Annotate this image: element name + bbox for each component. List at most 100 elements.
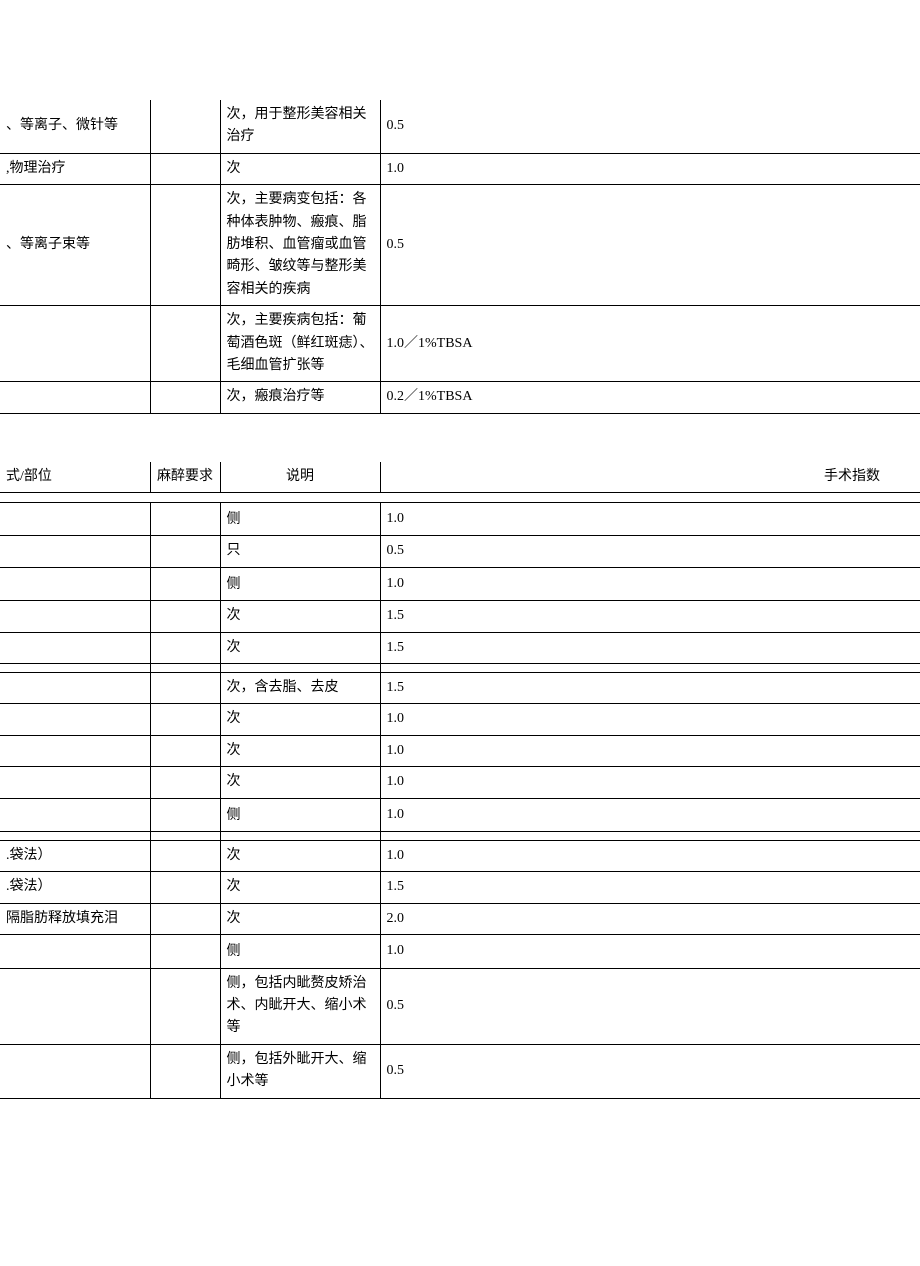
- cell-description: 次: [220, 704, 380, 735]
- table-row: 隔脂肪释放填充泪次2.0: [0, 903, 920, 934]
- cell-name: [0, 503, 150, 536]
- cell-description: 次: [220, 767, 380, 798]
- cell-description: 侧: [220, 935, 380, 968]
- table-row: 侧1.0: [0, 798, 920, 831]
- table-row: 次，瘢痕治疗等0.2／1%TBSA: [0, 382, 920, 413]
- cell-anesthesia: [150, 798, 220, 831]
- document-page: 、等离子、微针等次，用于整形美容相关治疗0.5,物理治疗次1.0、等离子束等次，…: [0, 0, 920, 1099]
- cell-name: [0, 1044, 150, 1098]
- cell-description: 侧，包括外眦开大、缩小术等: [220, 1044, 380, 1098]
- table-row: 次1.0: [0, 767, 920, 798]
- cell-empty: [0, 664, 150, 673]
- cell-anesthesia: [150, 503, 220, 536]
- table-gap: [0, 414, 920, 462]
- cell-index: 1.0: [380, 935, 920, 968]
- cell-name: [0, 673, 150, 704]
- cell-description: 次，主要病变包括：各种体表肿物、瘢痕、脂肪堆积、血管瘤或血管畸形、皱纹等与整形美…: [220, 185, 380, 306]
- cell-name: [0, 735, 150, 766]
- cell-anesthesia: [150, 567, 220, 600]
- cell-name: .袋法）: [0, 840, 150, 871]
- table-surgery-index: 式/部位 麻醉要求 说明 手术指数 侧1.0只0.5侧1.0次1.5次1.5次，…: [0, 462, 920, 1099]
- cell-empty: [150, 664, 220, 673]
- cell-anesthesia: [150, 153, 220, 184]
- cell-anesthesia: [150, 632, 220, 663]
- cell-anesthesia: [150, 601, 220, 632]
- cell-index: 1.0: [380, 840, 920, 871]
- cell-index: 0.5: [380, 100, 920, 153]
- cell-anesthesia: [150, 840, 220, 871]
- cell-index: 0.5: [380, 968, 920, 1044]
- cell-description: 次，用于整形美容相关治疗: [220, 100, 380, 153]
- cell-empty: [0, 831, 150, 840]
- table-row: 侧1.0: [0, 567, 920, 600]
- cell-anesthesia: [150, 767, 220, 798]
- cell-description: 次: [220, 632, 380, 663]
- cell-name: 、等离子束等: [0, 185, 150, 306]
- cell-name: [0, 935, 150, 968]
- cell-anesthesia: [150, 536, 220, 567]
- table-row: 侧，包括外眦开大、缩小术等0.5: [0, 1044, 920, 1098]
- table-row: [0, 831, 920, 840]
- cell-description: 只: [220, 536, 380, 567]
- cell-name: [0, 798, 150, 831]
- cell-anesthesia: [150, 704, 220, 735]
- cell-empty: [220, 664, 380, 673]
- cell-anesthesia: [150, 903, 220, 934]
- table-row: 次1.5: [0, 632, 920, 663]
- cell-name: ,物理治疗: [0, 153, 150, 184]
- table-header-row: 式/部位 麻醉要求 说明 手术指数: [0, 462, 920, 493]
- table-row: 、等离子、微针等 次，用于整形美容相关治疗0.5: [0, 100, 920, 153]
- table-row: 侧1.0: [0, 935, 920, 968]
- cell-description: 次: [220, 840, 380, 871]
- table-row: 次，含去脂、去皮1.5: [0, 673, 920, 704]
- table-row: 侧，包括内眦赘皮矫治术、内眦开大、缩小术等0.5: [0, 968, 920, 1044]
- cell-index: 1.5: [380, 632, 920, 663]
- cell-name: [0, 968, 150, 1044]
- cell-index: 0.2／1%TBSA: [380, 382, 920, 413]
- cell-anesthesia: [150, 872, 220, 903]
- cell-index: 1.5: [380, 872, 920, 903]
- table-row: 侧1.0: [0, 503, 920, 536]
- header-anesthesia: 麻醉要求: [150, 462, 220, 493]
- cell-description: 次: [220, 735, 380, 766]
- cell-index: 1.0: [380, 153, 920, 184]
- cell-description: 侧: [220, 798, 380, 831]
- cell-index: 1.5: [380, 673, 920, 704]
- cell-name: [0, 567, 150, 600]
- table-row: ,物理治疗次1.0: [0, 153, 920, 184]
- header-description: 说明: [220, 462, 380, 493]
- cell-name: [0, 536, 150, 567]
- cell-index: 1.0: [380, 503, 920, 536]
- cell-empty: [380, 664, 920, 673]
- cell-description: 次: [220, 601, 380, 632]
- cell-index: 0.5: [380, 185, 920, 306]
- cell-empty: [150, 831, 220, 840]
- cell-name: .袋法）: [0, 872, 150, 903]
- cell-description: 侧: [220, 567, 380, 600]
- spacer-row: [0, 493, 920, 503]
- cell-description: 次，主要疾病包括：葡萄酒色斑（鲜红斑痣）、毛细血管扩张等: [220, 306, 380, 382]
- cell-description: 侧，包括内眦赘皮矫治术、内眦开大、缩小术等: [220, 968, 380, 1044]
- cell-name: [0, 767, 150, 798]
- cell-anesthesia: [150, 306, 220, 382]
- cell-index: 1.0／1%TBSA: [380, 306, 920, 382]
- cell-anesthesia: [150, 1044, 220, 1098]
- cell-index: 1.5: [380, 601, 920, 632]
- header-surgery-index: 手术指数: [380, 462, 920, 493]
- table-row: 次1.5: [0, 601, 920, 632]
- cell-name: 、等离子、微针等: [0, 100, 150, 153]
- table-row: [0, 664, 920, 673]
- table-row: 次，主要疾病包括：葡萄酒色斑（鲜红斑痣）、毛细血管扩张等1.0／1%TBSA: [0, 306, 920, 382]
- cell-index: 1.0: [380, 567, 920, 600]
- cell-anesthesia: [150, 968, 220, 1044]
- table-row: .袋法）次1.5: [0, 872, 920, 903]
- cell-anesthesia: [150, 673, 220, 704]
- table-row: 次1.0: [0, 704, 920, 735]
- cell-name: [0, 382, 150, 413]
- cell-description: 次，瘢痕治疗等: [220, 382, 380, 413]
- cell-anesthesia: [150, 185, 220, 306]
- cell-name: 隔脂肪释放填充泪: [0, 903, 150, 934]
- cell-name: [0, 601, 150, 632]
- cell-index: 1.0: [380, 767, 920, 798]
- cell-description: 侧: [220, 503, 380, 536]
